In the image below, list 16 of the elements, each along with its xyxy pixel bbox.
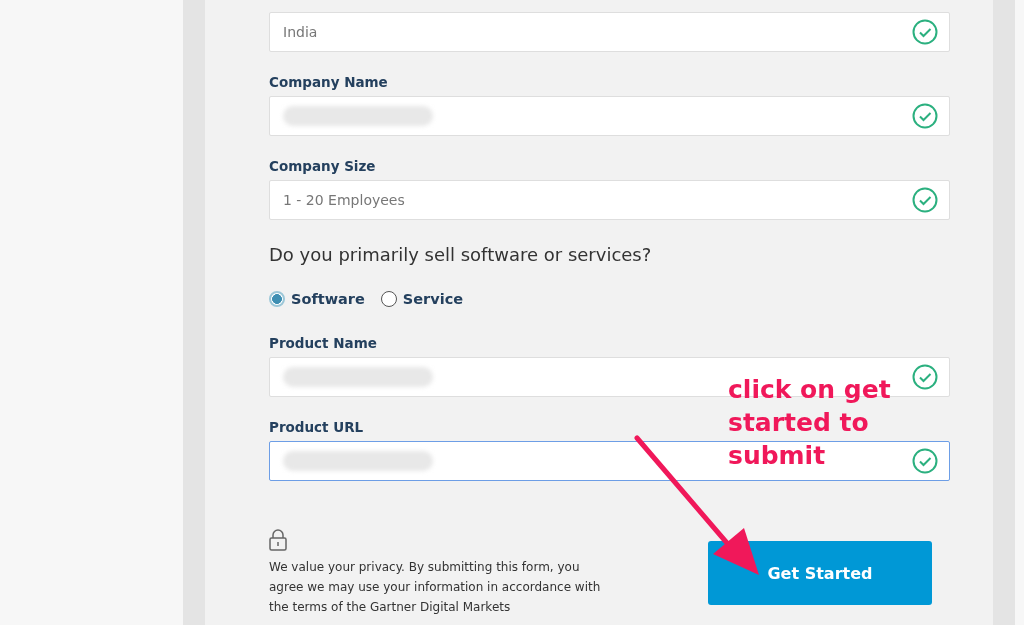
- field-label: Product Name: [269, 335, 377, 351]
- radio-button[interactable]: [380, 291, 397, 307]
- question-text: Do you primarily sell software or services?: [269, 244, 653, 265]
- field-label: Company Name: [269, 74, 388, 90]
- input-field[interactable]: 1 - 20 Employees: [269, 180, 950, 220]
- radio-button[interactable]: [269, 291, 285, 307]
- get-started-button[interactable]: Get Started: [708, 541, 932, 605]
- field-label: Company Size: [269, 158, 376, 174]
- radio-option[interactable]: Software: [269, 291, 365, 307]
- annotation-text: click on get started to submit: [728, 374, 892, 472]
- radio-option[interactable]: Service: [380, 291, 464, 307]
- privacy-text: We value your privacy. By submitting this form, you agree we may use your information in accordance with the terms of the Gartner Digital Markets: [269, 559, 602, 616]
- input-field[interactable]: India: [269, 12, 950, 52]
- input-field[interactable]: [269, 441, 950, 481]
- field-label: Product URL: [269, 419, 364, 435]
- lock-icon: [269, 529, 287, 551]
